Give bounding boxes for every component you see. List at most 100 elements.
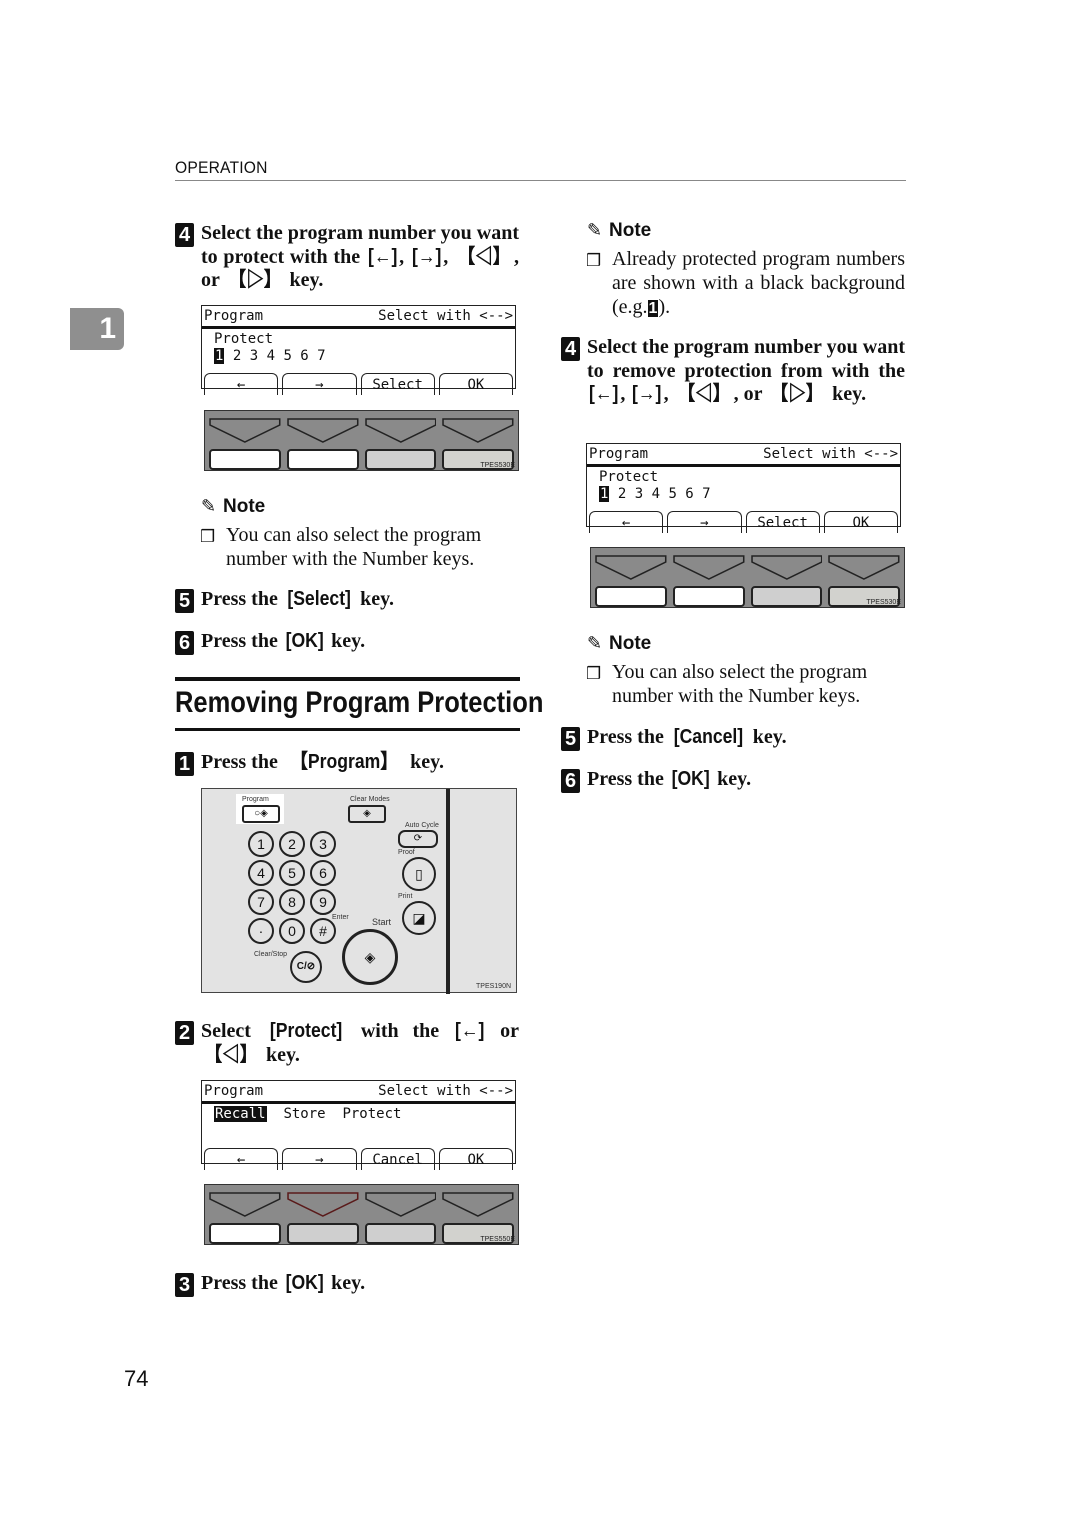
softkey-select[interactable]: Select	[745, 511, 820, 533]
number-key-6[interactable]: 6	[310, 860, 336, 886]
remove-step-4: 4 Select the program number you want to …	[561, 336, 905, 407]
softkey-right[interactable]: →	[282, 1148, 357, 1170]
number-key-0[interactable]: 0	[279, 918, 305, 944]
remove-step-6: 6 Press the [OK] key.	[561, 768, 905, 793]
lcd-title: Program	[204, 1083, 264, 1099]
selection-key-1[interactable]	[209, 1223, 281, 1244]
figure-caption: TPES550E	[480, 1236, 515, 1243]
step-number: 6	[175, 631, 194, 655]
number-key-9[interactable]: 9	[310, 889, 336, 915]
menu-option-store[interactable]: Store	[283, 1106, 325, 1122]
chapter-tab: 1	[70, 308, 124, 350]
softkey-cancel[interactable]: Cancel	[360, 1148, 435, 1170]
clear-modes-icon: ◈	[363, 808, 371, 819]
running-header: OPERATION	[175, 158, 268, 177]
step-number: 6	[561, 769, 580, 793]
step-number: 5	[561, 727, 580, 751]
remove-step-1: 1 Press the 【Program】 key.	[175, 751, 519, 776]
selection-key-3[interactable]	[750, 586, 823, 607]
selection-key-arrow-icon	[364, 1192, 436, 1217]
print-icon: ◪	[412, 910, 426, 926]
checkbox-bullet-icon: ❒	[586, 664, 602, 684]
auto-cycle-icon: ⟳	[413, 833, 423, 844]
remove-step-3: 3 Press the [OK] key.	[175, 1272, 519, 1297]
menu-option-recall[interactable]: Recall	[214, 1106, 267, 1122]
lcd-hint: Select with <-->	[763, 446, 898, 462]
selection-key-2[interactable]	[286, 449, 359, 470]
figure-caption: TPES530E	[480, 462, 515, 469]
lcd-hint: Select with <-->	[378, 308, 513, 324]
section-rule-top	[175, 677, 520, 681]
selection-key-1[interactable]	[595, 586, 667, 607]
number-key-3[interactable]: 3	[310, 831, 336, 857]
header-rule	[175, 180, 906, 181]
remove-step-2: 2 Select [Protect] with the [←] or 【◁】 k…	[175, 1020, 519, 1067]
selection-key-arrow-icon	[673, 555, 745, 580]
step-number: 4	[175, 223, 194, 247]
number-key-5[interactable]: 5	[279, 860, 305, 886]
selection-key-arrow-icon	[828, 555, 900, 580]
step-number: 4	[561, 337, 580, 361]
selection-key-3[interactable]	[364, 449, 437, 470]
number-key-8[interactable]: 8	[279, 889, 305, 915]
proof-icon: ▯	[415, 866, 423, 882]
lcd-title: Program	[589, 446, 649, 462]
number-key-2[interactable]: 2	[279, 831, 305, 857]
pencil-icon: ✎	[587, 633, 603, 654]
proof-key[interactable]: ▯	[402, 857, 436, 891]
number-key-4[interactable]: 4	[248, 860, 274, 886]
selection-key-1[interactable]	[209, 449, 281, 470]
step-number: 2	[175, 1021, 194, 1045]
lcd-line: Protect	[599, 469, 659, 485]
softkey-ok[interactable]: OK	[438, 1148, 513, 1170]
pencil-icon: ✎	[587, 220, 603, 241]
lcd-hint: Select with <-->	[378, 1083, 513, 1099]
number-key-1[interactable]: 1	[248, 831, 274, 857]
checkbox-bullet-icon: ❒	[200, 527, 216, 547]
selection-keys-panel: TPES550E	[204, 1184, 519, 1245]
note-item: ❒ Already protected program numbers are …	[586, 248, 905, 318]
auto-cycle-key[interactable]: ⟳	[398, 830, 438, 848]
program-key-icon: ○◈	[254, 808, 268, 819]
softkey-right[interactable]: →	[282, 373, 357, 395]
step-number: 3	[175, 1273, 194, 1297]
step-number: 1	[175, 752, 194, 776]
selection-key-3[interactable]	[364, 1223, 437, 1244]
selection-key-arrow-icon	[209, 1192, 281, 1217]
program-key[interactable]: ○◈	[242, 805, 280, 823]
softkey-ok[interactable]: OK	[438, 373, 513, 395]
print-key[interactable]: ◪	[402, 901, 436, 935]
softkey-left[interactable]: ←	[204, 373, 279, 395]
softkey-left[interactable]: ←	[589, 511, 664, 533]
softkey-right[interactable]: →	[667, 511, 742, 533]
start-icon: ◈	[364, 949, 376, 965]
number-key-7[interactable]: 7	[248, 889, 274, 915]
selection-keys-panel: TPES530E	[590, 547, 905, 608]
note-heading: ✎ Note	[201, 496, 266, 517]
figure-caption: TPES530E	[866, 599, 901, 606]
note-item: ❒ You can also select the program number…	[200, 524, 482, 570]
selection-key-arrow-icon	[287, 418, 359, 443]
selection-key-arrow-icon	[442, 1192, 514, 1217]
softkey-ok[interactable]: OK	[823, 511, 898, 533]
dot-key[interactable]: ·	[248, 918, 274, 944]
menu-option-protect[interactable]: Protect	[342, 1106, 401, 1122]
clear-modes-key[interactable]: ◈	[348, 805, 386, 823]
lcd-display-protect: Program Select with <--> Protect 1 2 3 4 …	[586, 443, 901, 533]
section-rule-bottom	[175, 728, 520, 731]
softkey-select[interactable]: Select	[360, 373, 435, 395]
selection-key-2[interactable]	[286, 1223, 359, 1244]
selection-key-2[interactable]	[672, 586, 745, 607]
selection-key-arrow-icon	[750, 555, 822, 580]
checkbox-bullet-icon: ❒	[586, 251, 602, 271]
softkey-left[interactable]: ←	[204, 1148, 279, 1170]
lcd-title: Program	[204, 308, 264, 324]
program-numbers: 2 3 4 5 6 7	[617, 486, 711, 502]
selection-key-arrow-icon	[209, 418, 281, 443]
clear-stop-key[interactable]: C/⊘	[290, 951, 322, 983]
start-key[interactable]: ◈	[342, 929, 398, 985]
step-number: 5	[175, 589, 194, 613]
figure-caption: TPES190N	[476, 983, 512, 990]
protected-example: 1	[647, 300, 659, 317]
enter-key[interactable]: #	[310, 918, 336, 944]
